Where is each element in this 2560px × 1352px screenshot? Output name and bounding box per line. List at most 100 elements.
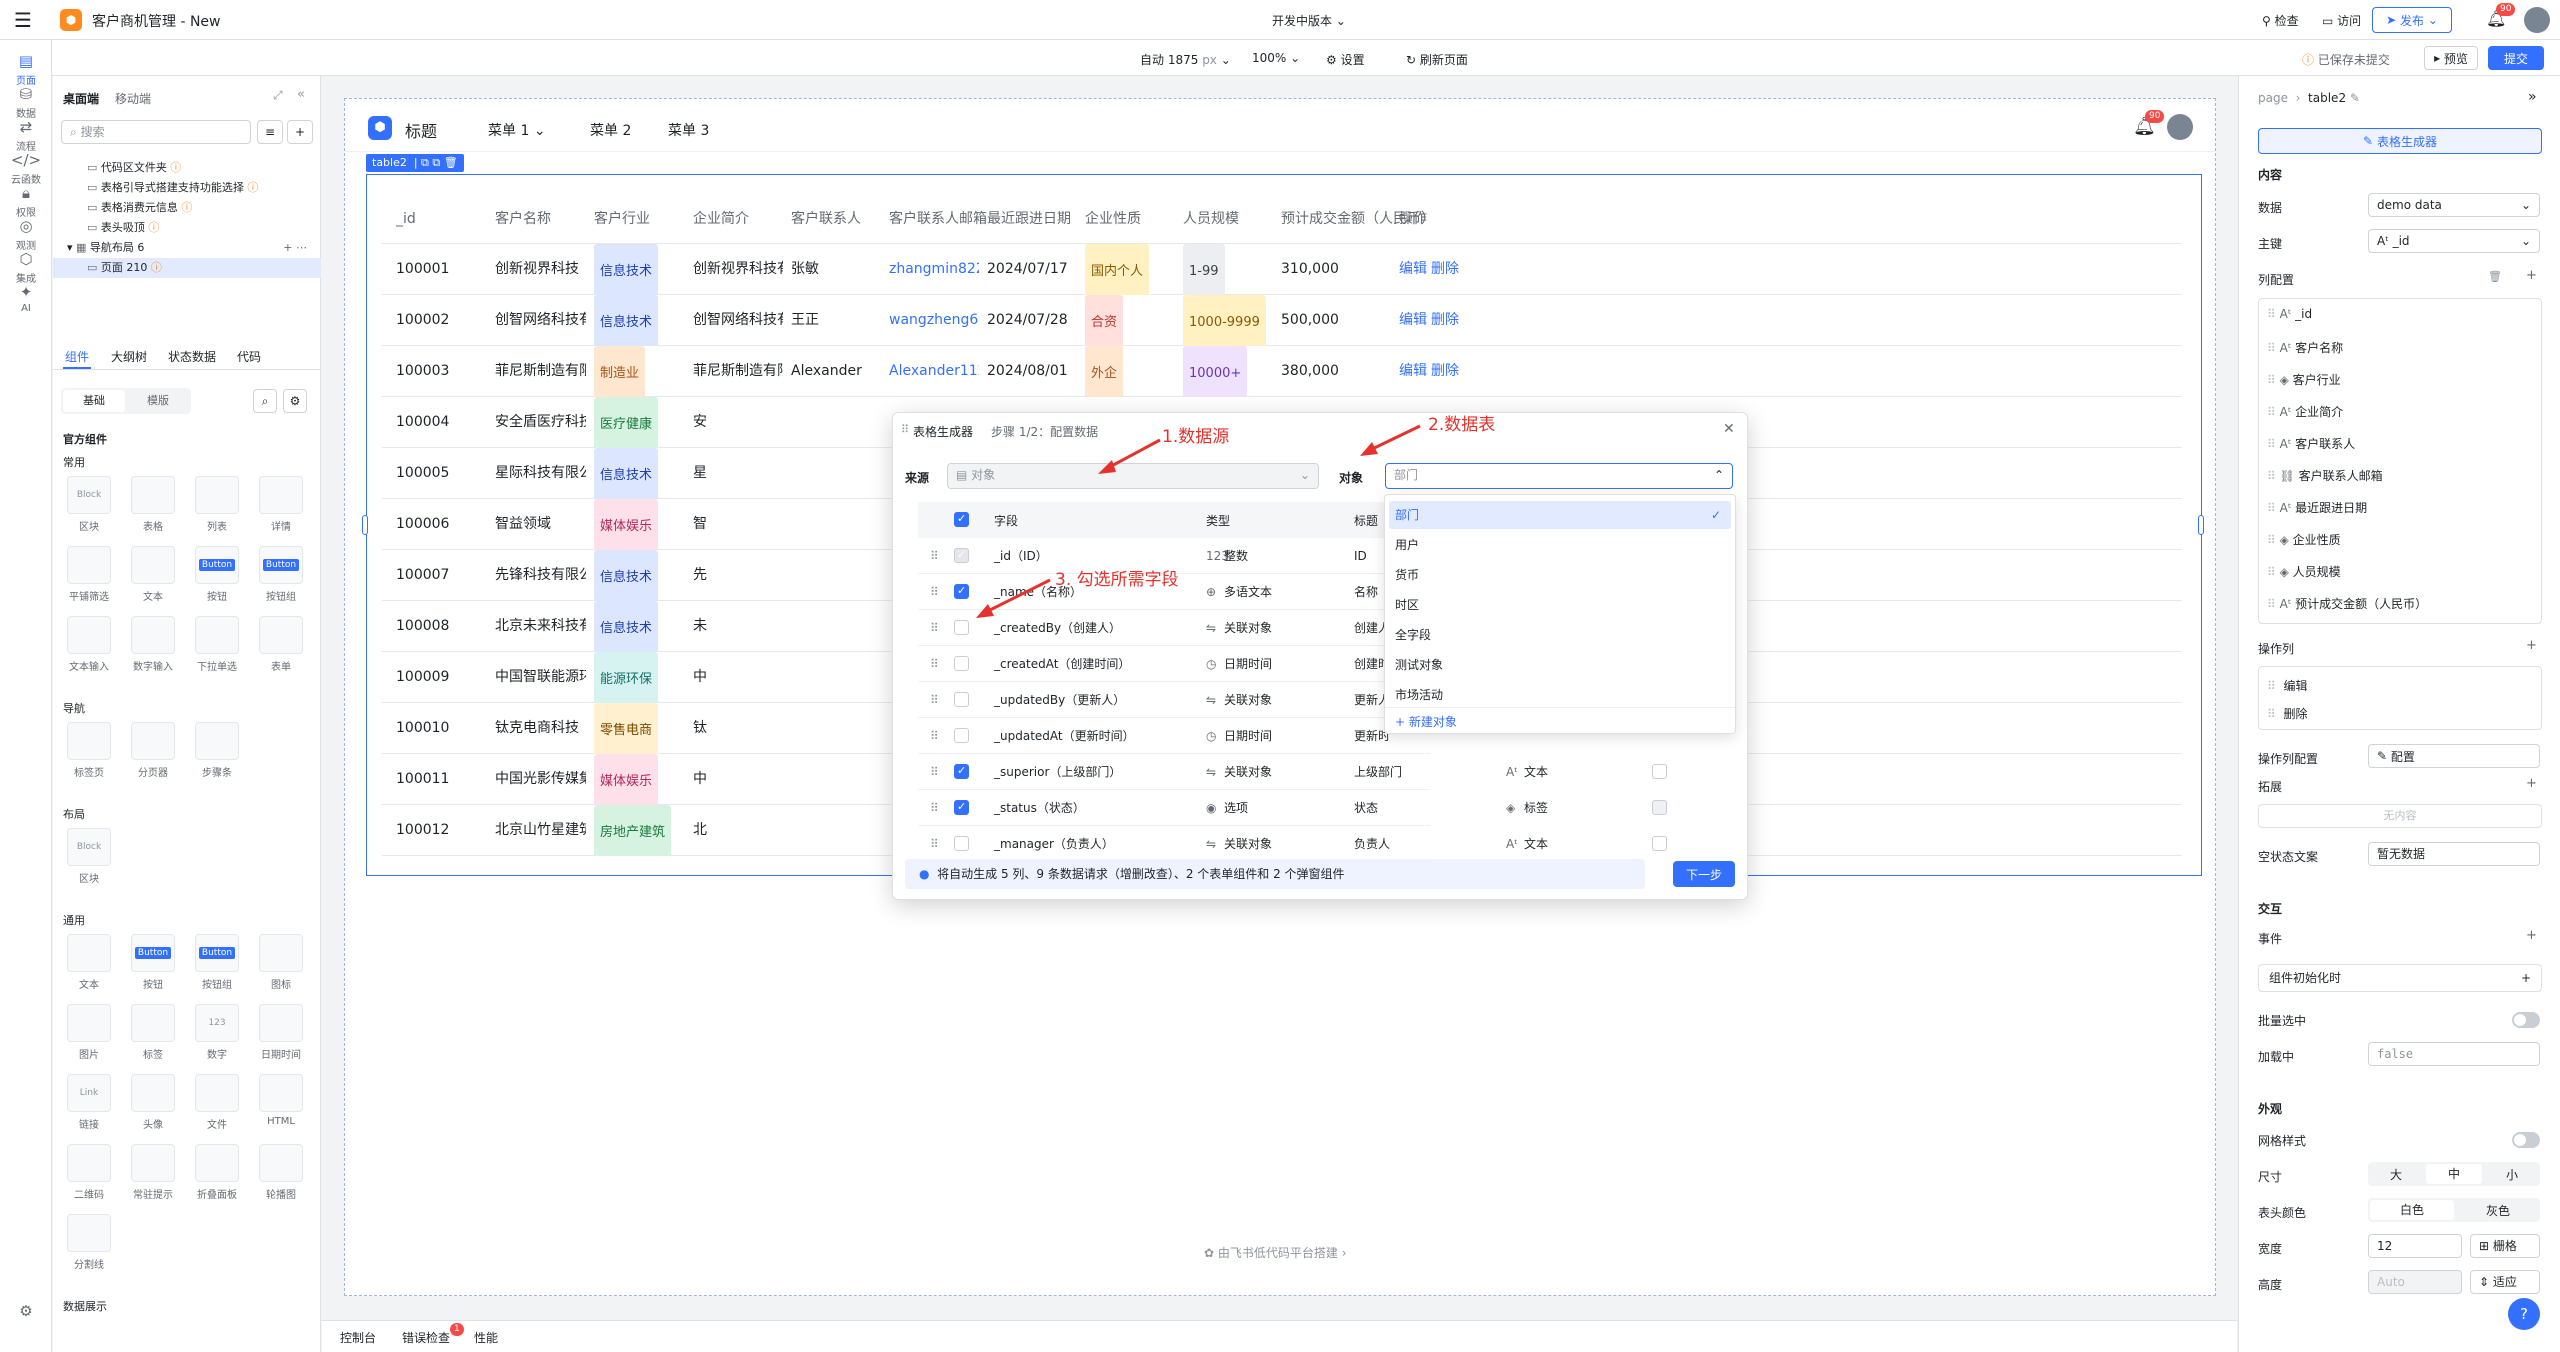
add-column-icon[interactable]: + xyxy=(2526,268,2537,283)
drag-handle-icon: ⠿ xyxy=(2267,565,2280,579)
pencil-icon[interactable]: ✎ xyxy=(2350,91,2360,105)
drag-handle-icon: ⠿ xyxy=(2267,533,2280,547)
operation-edit[interactable]: ⠿ 编辑 xyxy=(2267,677,2307,694)
add-event-icon[interactable]: + xyxy=(2526,928,2537,943)
column-type-icon: ◈ xyxy=(2279,533,2293,547)
operation-delete[interactable]: ⠿ 删除 xyxy=(2267,705,2307,722)
batch-select-label: 批量选中 xyxy=(2258,1014,2307,1028)
chevron-down-icon: ⌄ xyxy=(2520,198,2531,212)
drag-handle-icon: ⠿ xyxy=(2267,501,2280,515)
data-value: demo data xyxy=(2377,198,2442,212)
fit-icon: ⇕ xyxy=(2479,1275,2490,1289)
column-config-label: 企业简介 xyxy=(2295,405,2344,419)
appearance-section: 外观 xyxy=(2258,1102,2283,1116)
operation-delete-label: 删除 xyxy=(2283,707,2308,721)
empty-text-input[interactable]: 暂无数据 xyxy=(2368,842,2540,866)
interaction-section: 交互 xyxy=(2258,902,2283,916)
column-config-item[interactable]: ⠿ ◈ 人员规模 xyxy=(2267,563,2341,580)
column-config-item[interactable]: ⠿ ◈ 客户行业 xyxy=(2267,371,2341,388)
height-input[interactable]: Auto xyxy=(2368,1270,2462,1294)
drag-handle-icon: ⠿ xyxy=(2267,437,2280,451)
trash-icon[interactable]: 🗑︎ xyxy=(2488,270,2502,283)
column-config-item[interactable]: ⠿ Aᵗ _id xyxy=(2267,307,2312,321)
add-extend-icon[interactable]: + xyxy=(2526,776,2537,791)
event-item[interactable]: 组件初始化时 + xyxy=(2258,964,2542,992)
width-label: 宽度 xyxy=(2258,1242,2283,1256)
grid-style-label: 网格样式 xyxy=(2258,1134,2307,1148)
breadcrumb-page[interactable]: page xyxy=(2258,91,2288,105)
size-large[interactable]: 大 xyxy=(2368,1166,2424,1183)
drag-handle-icon: ⠿ xyxy=(2267,307,2280,321)
head-color-label: 表头颜色 xyxy=(2258,1206,2307,1220)
data-label: 数据 xyxy=(2258,201,2283,215)
column-type-icon: Aᵗ xyxy=(2279,341,2296,355)
content-section: 内容 xyxy=(2258,168,2283,182)
column-type-icon: Aᵗ xyxy=(2279,501,2296,515)
drag-handle-icon: ⠿ xyxy=(2267,707,2276,721)
event-label: 事件 xyxy=(2258,932,2283,946)
height-unit-select[interactable]: ⇕ 适应 xyxy=(2470,1270,2540,1294)
size-segment: 大 中 小 xyxy=(2368,1162,2540,1186)
drag-handle-icon: ⠿ xyxy=(2267,469,2280,483)
pencil-icon: ✎ xyxy=(2377,749,2388,763)
column-config-item[interactable]: ⠿ ⛓ 客户联系人邮箱 xyxy=(2267,467,2383,484)
loading-label: 加载中 xyxy=(2258,1050,2295,1064)
batch-select-toggle[interactable] xyxy=(2512,1012,2540,1028)
annotation-arrow-fields xyxy=(981,578,1051,616)
column-type-icon: ◈ xyxy=(2279,565,2293,579)
annotation-arrowhead-object xyxy=(1360,442,1378,456)
operation-config-btn-label: 配置 xyxy=(2390,749,2415,764)
column-config-label: 预计成交金额（人民币） xyxy=(2295,597,2428,611)
column-config-item[interactable]: ⠿ Aᵗ 企业简介 xyxy=(2267,403,2343,420)
key-label: 主键 xyxy=(2258,237,2283,251)
column-type-icon: Aᵗ xyxy=(2279,307,2296,321)
key-select[interactable]: Aᵗ _id ⌄ xyxy=(2368,229,2540,253)
operation-config-button[interactable]: ✎ 配置 xyxy=(2368,744,2540,768)
loading-input[interactable]: false xyxy=(2368,1042,2540,1066)
column-config-label: 列配置 xyxy=(2258,273,2295,287)
breadcrumb-component: table2 xyxy=(2308,91,2347,105)
extend-empty: 无内容 xyxy=(2258,804,2542,828)
grid-icon: ⊞ xyxy=(2479,1239,2490,1253)
grid-style-toggle[interactable] xyxy=(2512,1132,2540,1148)
column-config-item[interactable]: ⠿ Aᵗ 最近跟进日期 xyxy=(2267,499,2367,516)
column-config-item[interactable]: ⠿ Aᵗ 预计成交金额（人民币） xyxy=(2267,595,2427,612)
width-unit-label: 栅格 xyxy=(2492,1239,2517,1253)
text-type-icon: Aᵗ xyxy=(2377,234,2389,248)
event-item-label: 组件初始化时 xyxy=(2269,971,2342,985)
column-config-item[interactable]: ⠿ ◈ 企业性质 xyxy=(2267,531,2341,548)
table-generator-label: 表格生成器 xyxy=(2376,134,2437,149)
add-action-icon[interactable]: + xyxy=(2521,965,2531,991)
width-input[interactable]: 12 xyxy=(2368,1234,2462,1258)
chevron-down-icon: ⌄ xyxy=(2520,234,2531,248)
table-generator-button[interactable]: ✎ 表格生成器 xyxy=(2258,128,2542,154)
expand-right-icon[interactable]: » xyxy=(2528,89,2537,105)
column-config-label: _id xyxy=(2295,307,2313,321)
operation-edit-label: 编辑 xyxy=(2283,679,2308,693)
head-color-grey[interactable]: 灰色 xyxy=(2456,1202,2540,1219)
head-color-white[interactable]: 白色 xyxy=(2370,1200,2454,1220)
size-medium[interactable]: 中 xyxy=(2426,1164,2482,1184)
drag-handle-icon: ⠿ xyxy=(2267,597,2280,611)
annotation-arrowhead-source xyxy=(1098,460,1116,474)
drag-handle-icon: ⠿ xyxy=(2267,405,2280,419)
size-small[interactable]: 小 xyxy=(2484,1166,2540,1183)
wand-icon: ✎ xyxy=(2363,134,2374,148)
operation-column-label: 操作列 xyxy=(2258,642,2295,656)
annotation-arrows xyxy=(976,424,1421,618)
data-select[interactable]: demo data ⌄ xyxy=(2368,193,2540,217)
column-config-item[interactable]: ⠿ Aᵗ 客户名称 xyxy=(2267,339,2343,356)
operation-config-label: 操作列配置 xyxy=(2258,752,2319,766)
help-float-button[interactable]: ? xyxy=(2508,1298,2540,1330)
column-config-item[interactable]: ⠿ Aᵗ 客户联系人 xyxy=(2267,435,2355,452)
column-config-label: 最近跟进日期 xyxy=(2295,501,2368,515)
column-config-label: 人员规模 xyxy=(2292,565,2341,579)
add-operation-icon[interactable]: + xyxy=(2526,638,2537,653)
drag-handle-icon: ⠿ xyxy=(2267,373,2280,387)
breadcrumb: page › table2 ✎ xyxy=(2258,91,2360,105)
toggle-knob xyxy=(2514,1014,2526,1026)
height-label: 高度 xyxy=(2258,1278,2283,1292)
head-color-segment: 白色 灰色 xyxy=(2368,1198,2540,1222)
width-unit-select[interactable]: ⊞ 栅格 xyxy=(2470,1234,2540,1258)
column-config-label: 客户联系人 xyxy=(2295,437,2356,451)
